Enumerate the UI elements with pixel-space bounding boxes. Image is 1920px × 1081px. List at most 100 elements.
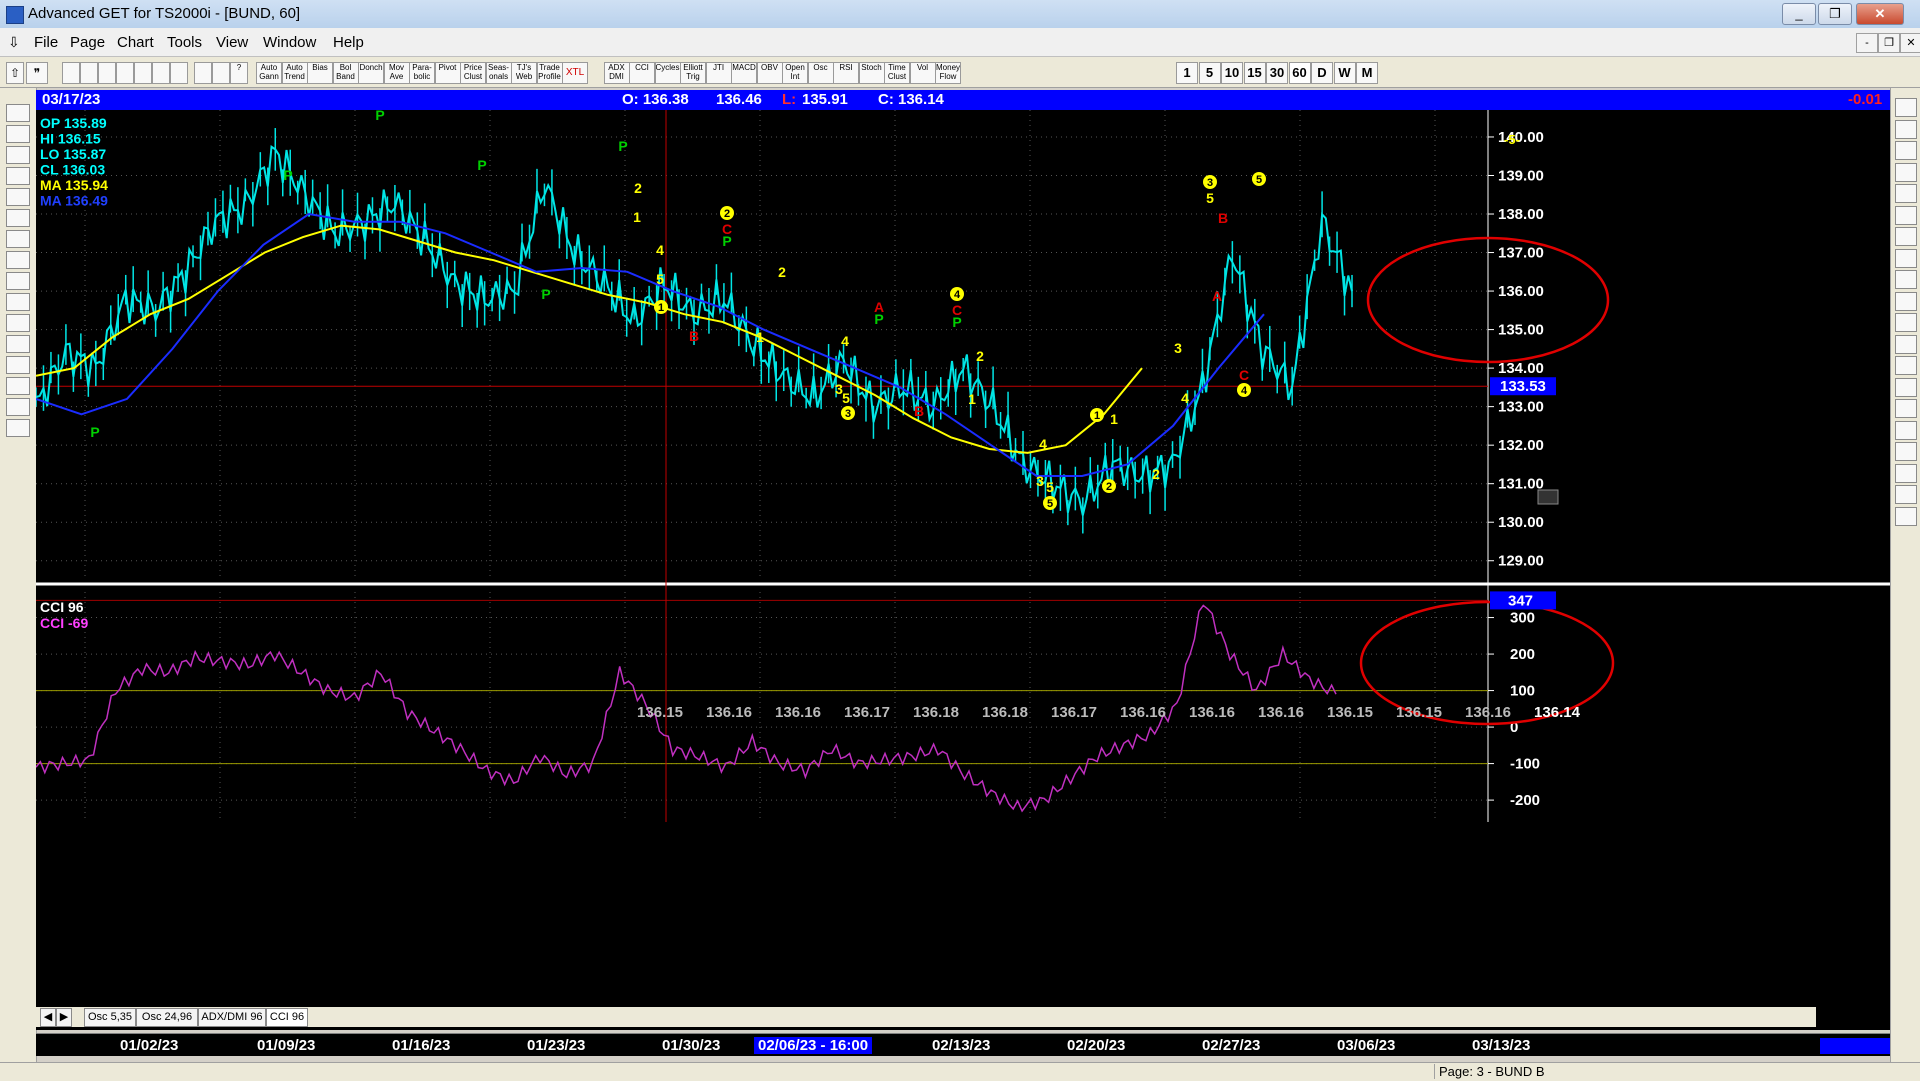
ellipse-icon[interactable] [1895, 291, 1917, 311]
tab-scroll-left-button[interactable]: ◀ [40, 1008, 56, 1027]
menu-page[interactable]: Page [70, 34, 105, 51]
document-icon[interactable]: ⇩ [8, 34, 20, 51]
reset-icon[interactable] [6, 146, 30, 164]
fib-ret-icon[interactable] [1895, 162, 1917, 182]
interval-button-1[interactable]: 1 [1176, 62, 1198, 84]
study-button-donch[interactable]: Donch [358, 62, 384, 84]
study-button-elliott-trig[interactable]: Elliott Trig [680, 62, 706, 84]
zoom-icon[interactable] [6, 125, 30, 143]
study-button-macd[interactable]: MACD [731, 62, 757, 84]
mdi-minimize-button[interactable]: - [1856, 33, 1878, 53]
crosshair-icon[interactable] [6, 398, 30, 416]
quote-icon[interactable]: ❞ [26, 62, 48, 84]
elliott-icon[interactable] [6, 188, 30, 206]
interval-button-60[interactable]: 60 [1288, 62, 1311, 84]
tab-osc-5-35[interactable]: Osc 5,35 [84, 1008, 136, 1027]
u-icon[interactable] [1895, 506, 1917, 526]
tab-adx-dmi-96[interactable]: ADX/DMI 96 [198, 1008, 266, 1027]
study-button-bol-band[interactable]: Bol Band [332, 62, 359, 84]
grid-icon[interactable] [6, 314, 30, 332]
new-page-icon[interactable] [62, 62, 80, 84]
study-button-open-int[interactable]: Open Int [782, 62, 808, 84]
study-button-adx-dmi[interactable]: ADX DMI [603, 62, 630, 84]
zoom-tool-icon[interactable] [1895, 420, 1917, 440]
study-button-vol[interactable]: Vol [909, 62, 936, 84]
scale-icon[interactable] [6, 293, 30, 311]
up-arrow-icon[interactable] [6, 209, 30, 227]
interval-button-5[interactable]: 5 [1198, 62, 1221, 84]
grid-icon[interactable] [170, 62, 188, 84]
print-icon[interactable] [194, 62, 212, 84]
interval-button-w[interactable]: W [1333, 62, 1356, 84]
maximize-button[interactable]: ❐ [1818, 3, 1852, 25]
scale-tool-icon[interactable] [1895, 442, 1917, 461]
study-button-tj-s-web[interactable]: TJ's Web [511, 62, 537, 84]
fib-icon[interactable] [6, 377, 30, 395]
hint-icon[interactable] [212, 62, 230, 84]
tab-cci-96[interactable]: CCI 96 [266, 1008, 308, 1027]
mdi-close-button[interactable]: ✕ [1900, 33, 1920, 53]
gann-icon[interactable] [6, 356, 30, 374]
interval-button-30[interactable]: 30 [1266, 62, 1288, 84]
pattern-icon[interactable] [1895, 313, 1917, 332]
study-button-cycles[interactable]: Cycles [654, 62, 681, 84]
channel-icon[interactable] [1895, 270, 1917, 289]
open-icon[interactable] [6, 104, 30, 122]
pencil-icon[interactable] [1895, 119, 1917, 139]
study-button-money-flow[interactable]: Money Flow [935, 62, 961, 84]
ruler-icon[interactable] [1895, 141, 1917, 160]
settings-icon[interactable] [1895, 485, 1917, 504]
pti-icon[interactable] [1895, 334, 1917, 354]
list-icon[interactable] [1895, 463, 1917, 483]
study-button-cci[interactable]: CCI [629, 62, 655, 84]
print-icon[interactable] [6, 419, 30, 437]
chart-area[interactable]: 140.00 139.00 138.00 137.00 136.00 135.00 134.… [35, 107, 1890, 1030]
study-button-mov-ave[interactable]: Mov Ave [383, 62, 410, 84]
bars-icon[interactable] [6, 272, 30, 290]
fib-ext-icon[interactable] [1895, 184, 1917, 203]
interval-button-15[interactable]: 15 [1243, 62, 1266, 84]
study-button-rsi[interactable]: RSI [833, 62, 859, 84]
study-button-seas-onals[interactable]: Seas-onals [485, 62, 512, 84]
minimize-button[interactable]: _ [1782, 3, 1816, 25]
text-icon[interactable] [1895, 399, 1917, 418]
menu-help[interactable]: Help [333, 34, 364, 51]
delete-icon[interactable] [152, 62, 170, 84]
menu-window[interactable]: Window [263, 34, 316, 51]
menu-view[interactable]: View [216, 34, 248, 51]
cycle-icon[interactable] [1895, 227, 1917, 246]
study-button-auto-trend[interactable]: Auto Trend [281, 62, 308, 84]
tab-osc-24-96[interactable]: Osc 24,96 [136, 1008, 198, 1027]
menu-tools[interactable]: Tools [167, 34, 202, 51]
arrows-icon[interactable] [98, 62, 116, 84]
study-button-osc[interactable]: Osc [807, 62, 834, 84]
study-icon[interactable] [6, 167, 30, 185]
pointer-icon[interactable]: ⇧ [6, 62, 24, 84]
study-button-stoch[interactable]: Stoch [858, 62, 885, 84]
menu-file[interactable]: File [34, 34, 58, 51]
help-icon[interactable]: ? [230, 62, 248, 84]
mdi-restore-button[interactable]: ❐ [1878, 33, 1900, 53]
study-button-price-clust[interactable]: Price Clust [460, 62, 486, 84]
menu-chart[interactable]: Chart [117, 34, 154, 51]
copy-icon[interactable] [80, 62, 98, 84]
lines-icon[interactable] [6, 335, 30, 353]
study-button-obv[interactable]: OBV [756, 62, 783, 84]
interval-button-m[interactable]: M [1356, 62, 1378, 84]
left-arrow-icon[interactable] [6, 251, 30, 269]
down-arrow-icon[interactable] [6, 230, 30, 248]
chart-svg[interactable]: 140.00139.00138.00137.00136.00135.00134.… [35, 107, 1890, 1030]
tab-scroll-right-button[interactable]: ▶ [56, 1008, 72, 1027]
study-button-auto-gann[interactable]: Auto Gann [256, 62, 282, 84]
close-tool-icon[interactable] [1895, 98, 1917, 117]
grid-tool-icon[interactable] [1895, 356, 1917, 375]
prob-icon[interactable] [1895, 377, 1917, 397]
refresh-icon[interactable] [116, 62, 134, 84]
study-button-xtl[interactable]: XTL [562, 62, 588, 84]
study-button-jti[interactable]: JTI [705, 62, 732, 84]
arrow-icon[interactable] [1895, 248, 1917, 268]
interval-button-10[interactable]: 10 [1221, 62, 1243, 84]
study-button-para-bolic[interactable]: Para-bolic [409, 62, 435, 84]
study-button-bias[interactable]: Bias [307, 62, 333, 84]
study-button-time-clust[interactable]: Time Clust [884, 62, 910, 84]
